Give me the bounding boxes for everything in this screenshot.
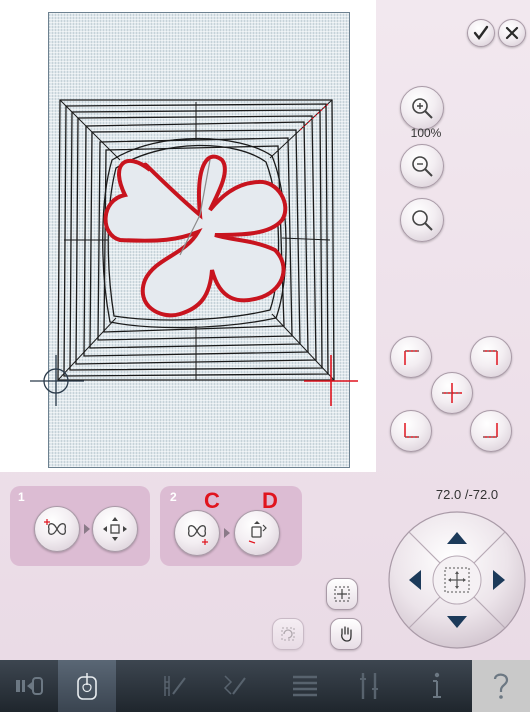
butterfly-point-icon bbox=[187, 525, 208, 545]
annotation-c: C bbox=[204, 488, 220, 513]
move-to-center-button[interactable] bbox=[326, 578, 358, 610]
info-tab[interactable] bbox=[408, 660, 466, 712]
sequence-icon bbox=[293, 675, 317, 697]
design-position-button[interactable] bbox=[34, 506, 80, 552]
position-readout: 72.0 /-72.0 bbox=[435, 487, 499, 502]
confirm-button[interactable] bbox=[467, 19, 495, 47]
zoom-level: 100% bbox=[410, 126, 442, 140]
close-button[interactable] bbox=[498, 19, 526, 47]
annotation-d: D bbox=[262, 488, 278, 513]
corner-bottom-left-icon bbox=[404, 423, 419, 438]
move-design-button[interactable] bbox=[92, 506, 138, 552]
stitch-edit-icon bbox=[164, 676, 186, 696]
sequence-tab[interactable] bbox=[276, 660, 334, 712]
checkmark-icon bbox=[473, 25, 489, 40]
rotate-icon bbox=[281, 627, 295, 641]
zoom-out-button[interactable] bbox=[400, 144, 444, 188]
stitch-program-tab[interactable] bbox=[206, 660, 264, 712]
sew-mode-icon bbox=[16, 677, 43, 695]
hand-icon bbox=[341, 626, 352, 642]
help-icon bbox=[493, 673, 509, 699]
corner-top-right-icon bbox=[483, 350, 498, 365]
corner-bottom-right-icon bbox=[483, 423, 498, 438]
embroidery-tab[interactable] bbox=[58, 660, 116, 712]
zoom-in-button[interactable] bbox=[400, 86, 444, 130]
embroidery-screen: 100% 1 2 C D 72.0 /-72.0 bbox=[0, 0, 530, 660]
bottom-left-corner-button[interactable] bbox=[390, 410, 432, 452]
embroidery-icon bbox=[77, 673, 97, 700]
direction-pad bbox=[388, 511, 526, 649]
info-icon bbox=[433, 672, 441, 698]
center-position-button[interactable] bbox=[431, 372, 473, 414]
pan-hand-button[interactable] bbox=[330, 618, 362, 650]
corner-top-left-icon bbox=[404, 350, 419, 365]
rotate-button[interactable] bbox=[272, 618, 304, 650]
taskbar bbox=[0, 660, 530, 712]
step-number: 2 bbox=[170, 490, 177, 504]
move-icon bbox=[103, 517, 127, 541]
rotate-move-button[interactable] bbox=[234, 510, 280, 556]
step-arrow-icon bbox=[224, 528, 230, 538]
zoom-fit-button[interactable] bbox=[400, 198, 444, 242]
rotate-move-icon bbox=[248, 521, 267, 544]
butterfly-position-icon bbox=[44, 519, 67, 535]
step-number: 1 bbox=[18, 490, 25, 504]
zoom-out-icon bbox=[412, 156, 433, 177]
move-to-center-icon bbox=[334, 586, 350, 602]
center-cross-icon bbox=[442, 383, 462, 403]
step-arrow-icon bbox=[84, 524, 90, 534]
top-left-corner-button[interactable] bbox=[390, 336, 432, 378]
zoom-to-fit-icon bbox=[412, 210, 433, 231]
bottom-right-corner-button[interactable] bbox=[470, 410, 512, 452]
stitch-edit-tab[interactable] bbox=[146, 660, 204, 712]
design-point-button[interactable] bbox=[174, 510, 220, 556]
zoom-in-icon bbox=[412, 98, 433, 119]
stitch-program-icon bbox=[223, 675, 246, 695]
embroidery-design bbox=[30, 99, 358, 406]
help-tab[interactable] bbox=[472, 660, 530, 712]
close-icon bbox=[505, 26, 519, 40]
top-right-corner-button[interactable] bbox=[470, 336, 512, 378]
settings-icon bbox=[360, 673, 378, 699]
settings-tab[interactable] bbox=[340, 660, 398, 712]
sew-mode-tab[interactable] bbox=[0, 660, 58, 712]
